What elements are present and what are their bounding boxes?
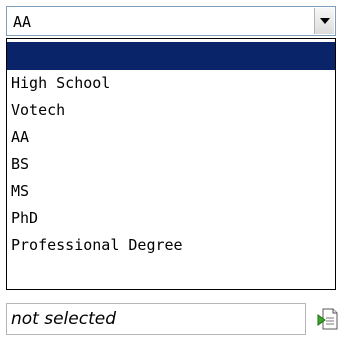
dropdown-option-votech[interactable]: Votech bbox=[7, 97, 335, 124]
dropdown-option-empty[interactable] bbox=[7, 42, 335, 70]
dropdown-option-professional-degree[interactable]: Professional Degree bbox=[7, 232, 335, 259]
dropdown-list: High School Votech AA BS MS PhD Professi… bbox=[6, 38, 336, 290]
picker-button[interactable] bbox=[317, 307, 339, 331]
dropdown-option-high-school[interactable]: High School bbox=[7, 70, 335, 97]
select-current-value: AA bbox=[13, 13, 32, 31]
dropdown-option-aa[interactable]: AA bbox=[7, 124, 335, 151]
chevron-down-icon bbox=[320, 18, 330, 24]
education-select[interactable]: AA bbox=[6, 6, 336, 36]
dropdown-arrow-button[interactable] bbox=[314, 8, 334, 34]
document-arrow-icon bbox=[317, 308, 338, 330]
dropdown-option-ms[interactable]: MS bbox=[7, 178, 335, 205]
dropdown-option-phd[interactable]: PhD bbox=[7, 205, 335, 232]
status-field[interactable]: not selected bbox=[6, 303, 306, 335]
status-field-value: not selected bbox=[11, 309, 117, 329]
dropdown-option-bs[interactable]: BS bbox=[7, 151, 335, 178]
